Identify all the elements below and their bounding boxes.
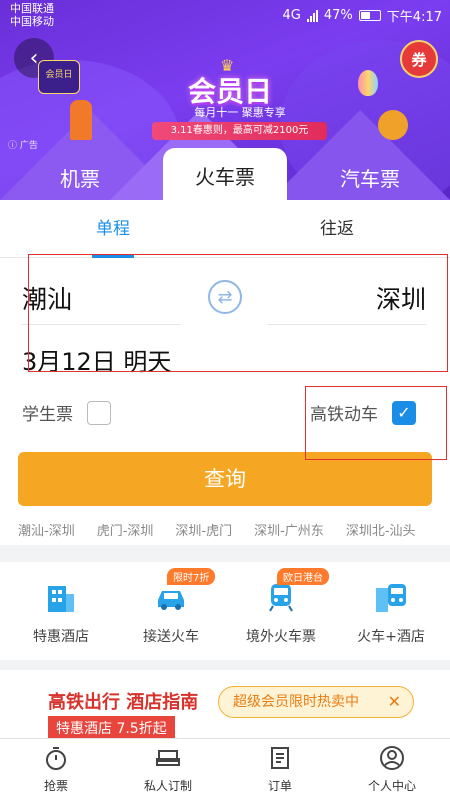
carrier-info: 中国联通 中国移动	[10, 2, 54, 28]
history-item[interactable]: 深圳-虎门	[175, 524, 232, 539]
nav-label: 个人中心	[367, 779, 416, 793]
carrier-2: 中国移动	[10, 15, 54, 28]
tab-bus[interactable]: 汽车票	[290, 158, 450, 200]
document-icon	[271, 747, 289, 769]
member-popup[interactable]: 超级会员限时热卖中 ✕	[218, 686, 414, 718]
member-popup-text: 超级会员限时热卖中	[233, 694, 359, 710]
nav-label: 私人订制	[143, 779, 192, 793]
user-icon	[380, 746, 404, 770]
banner-promo: 3.11春惠则，最高可减2100元	[152, 122, 327, 140]
tab-train[interactable]: 火车票	[163, 148, 287, 200]
service-tag: 限时7折	[167, 568, 216, 585]
service-label: 火车+酒店	[357, 629, 425, 645]
transport-tabs: 机票 火车票 汽车票	[0, 148, 450, 200]
nav-grab-ticket[interactable]: 抢票	[0, 745, 112, 794]
tab-round-trip[interactable]: 往返	[282, 200, 392, 258]
nav-custom-trip[interactable]: 私人订制	[112, 745, 224, 794]
service-overseas-train[interactable]: 欧日港台 境外火车票	[225, 568, 337, 646]
sofa-icon	[156, 750, 180, 766]
service-label: 境外火车票	[246, 629, 316, 645]
ad-title: 高铁出行 酒店指南	[48, 692, 199, 713]
stopwatch-icon	[46, 747, 66, 770]
balloon-icon	[358, 70, 378, 96]
clock: 下午4:17	[386, 10, 442, 25]
service-train-hotel[interactable]: 火车+酒店	[335, 576, 447, 646]
history-item[interactable]: 潮汕-深圳	[18, 524, 75, 539]
signal-icon	[306, 9, 318, 22]
student-ticket-checkbox[interactable]	[87, 400, 111, 425]
student-ticket-label: 学生票	[22, 405, 73, 425]
brand-badge: 会员日	[38, 60, 80, 94]
trip-type-tabs: 单程 往返	[0, 200, 450, 258]
battery-percent: 47%	[323, 8, 353, 23]
annotation-box-highspeed	[305, 386, 447, 460]
search-panel: 单程 往返 潮汕 ⇄ 深圳 3月12日 明天 学生票 高铁动车 ✓ 查询 潮汕-…	[0, 200, 450, 545]
service-grid: 特惠酒店 限时7折 接送火车 欧日港台 境外火车票 火车+酒店	[0, 562, 450, 660]
nav-label: 抢票	[43, 779, 68, 793]
close-icon[interactable]: ✕	[388, 687, 401, 717]
ad-subtitle: 特惠酒店 7.5折起	[48, 716, 175, 738]
battery-icon	[358, 10, 381, 21]
nav-orders[interactable]: 订单	[224, 745, 336, 794]
status-bar: 中国联通 中国移动 4G 47% 下午4:17	[0, 0, 450, 32]
service-tag: 欧日港台	[277, 568, 329, 585]
scooter-illustration	[378, 110, 408, 140]
coupon-button[interactable]: 券	[400, 40, 438, 78]
history-item[interactable]: 虎门-深圳	[97, 524, 154, 539]
train-icon	[269, 584, 293, 612]
service-label: 特惠酒店	[33, 629, 89, 645]
search-history: 潮汕-深圳 虎门-深圳 深圳-虎门 深圳-广州东 深圳北-汕头	[18, 520, 450, 539]
hotel-ad[interactable]: 高铁出行 酒店指南 特惠酒店 7.5折起 超级会员限时热卖中 ✕	[0, 670, 450, 738]
service-label: 接送火车	[143, 629, 199, 645]
tab-flight[interactable]: 机票	[0, 158, 160, 200]
status-icons: 4G 47% 下午4:17	[283, 6, 442, 25]
carrier-1: 中国联通	[10, 2, 54, 15]
nav-label: 订单	[267, 779, 292, 793]
banner-subtitle: 每月十一 聚惠专享	[194, 106, 286, 119]
car-icon	[158, 591, 184, 610]
train-hotel-icon	[376, 584, 406, 612]
service-hotel[interactable]: 特惠酒店	[5, 576, 117, 646]
nav-profile[interactable]: 个人中心	[336, 745, 448, 794]
hotel-building-icon	[48, 586, 74, 612]
annotation-box-route	[28, 254, 448, 372]
student-ticket-option[interactable]: 学生票	[22, 400, 111, 425]
history-item[interactable]: 深圳北-汕头	[346, 524, 416, 539]
network-type: 4G	[282, 8, 301, 23]
query-button[interactable]: 查询	[18, 452, 432, 506]
service-car-transfer[interactable]: 限时7折 接送火车	[115, 568, 227, 646]
bottom-navigation: 抢票 私人订制 订单 个人中心	[0, 738, 450, 800]
hiker-illustration	[70, 100, 92, 140]
tab-one-way[interactable]: 单程	[58, 200, 168, 258]
history-item[interactable]: 深圳-广州东	[254, 524, 324, 539]
